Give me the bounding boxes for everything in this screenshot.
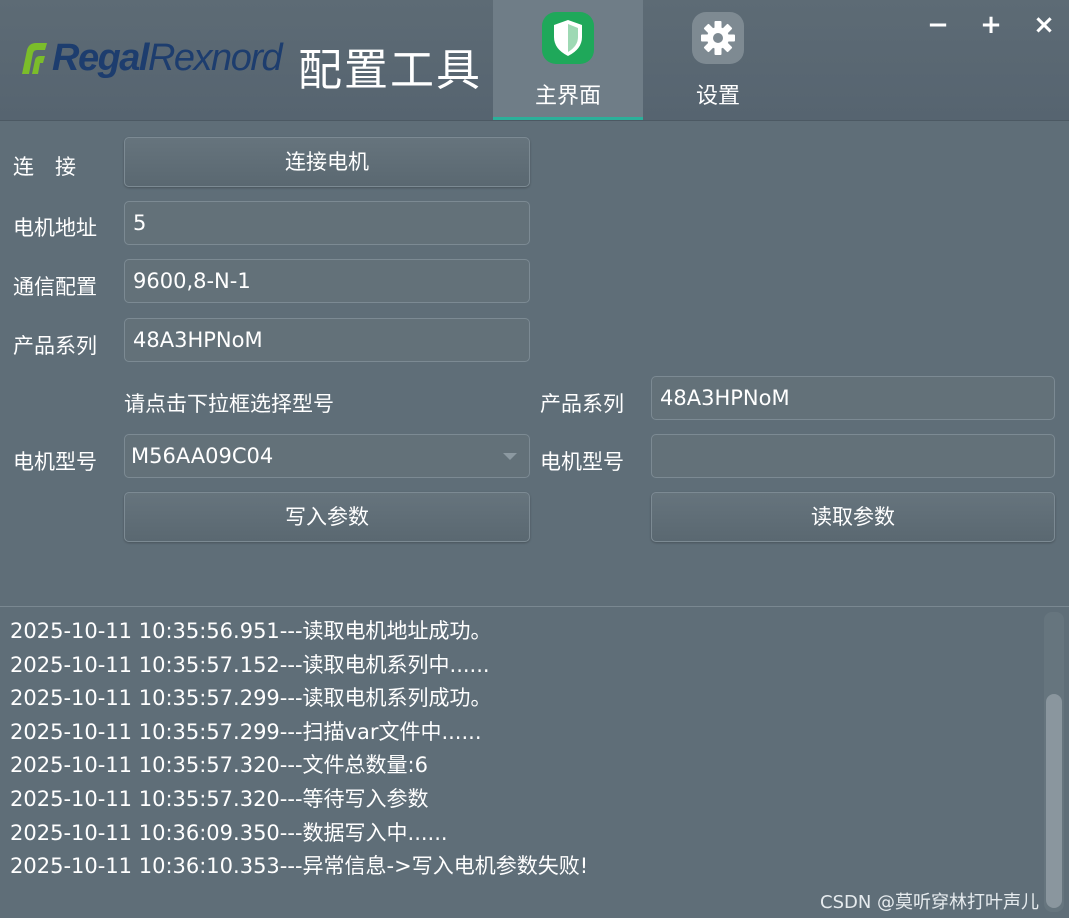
log-line: 2025-10-11 10:35:57.299---扫描var文件中...... bbox=[10, 719, 482, 744]
motor-model-selected-value: M56AA09C04 bbox=[131, 444, 274, 468]
gear-icon bbox=[692, 12, 744, 64]
comm-config-label: 通信配置 bbox=[13, 275, 97, 299]
connect-motor-button[interactable]: 连接电机 bbox=[124, 137, 530, 187]
log-line: 2025-10-11 10:35:57.152---读取电机系列中...... bbox=[10, 652, 490, 677]
select-model-hint: 请点击下拉框选择型号 bbox=[124, 392, 334, 416]
tab-settings-label: 设置 bbox=[695, 84, 740, 109]
title-bar: RegalRexnord 配置工具 主界面 设置 − + × bbox=[0, 0, 1069, 121]
shield-icon bbox=[542, 12, 594, 64]
tab-settings[interactable]: 设置 bbox=[643, 0, 793, 120]
log-line: 2025-10-11 10:35:56.951---读取电机地址成功。 bbox=[10, 619, 492, 643]
product-series-label: 产品系列 bbox=[13, 334, 97, 358]
log-scrollbar[interactable] bbox=[1044, 612, 1064, 912]
log-line: 2025-10-11 10:36:10.353---异常信息->写入电机参数失败… bbox=[10, 854, 589, 879]
app-title: 配置工具 bbox=[298, 45, 482, 96]
read-motor-model-field[interactable] bbox=[651, 434, 1055, 478]
log-line: 2025-10-11 10:35:57.320---等待写入参数 bbox=[10, 786, 429, 811]
read-params-button[interactable]: 读取参数 bbox=[651, 492, 1055, 542]
product-series-field[interactable]: 48A3HPNoM bbox=[124, 318, 530, 362]
read-product-series-label: 产品系列 bbox=[540, 392, 624, 416]
tab-home-label: 主界面 bbox=[534, 84, 601, 109]
log-lines: 2025-10-11 10:35:56.951---读取电机地址成功。 2025… bbox=[10, 615, 588, 884]
minimize-button[interactable]: − bbox=[923, 10, 953, 40]
tab-home[interactable]: 主界面 bbox=[493, 0, 643, 120]
connect-label: 连 接 bbox=[13, 155, 76, 179]
logo-text-rexnord: Rexnord bbox=[147, 36, 283, 79]
motor-model-select[interactable]: M56AA09C04 bbox=[124, 434, 530, 478]
chevron-down-icon bbox=[503, 453, 517, 460]
motor-address-label: 电机地址 bbox=[13, 216, 97, 240]
close-button[interactable]: × bbox=[1029, 10, 1059, 40]
log-scrollbar-thumb[interactable] bbox=[1046, 694, 1062, 908]
read-motor-model-label: 电机型号 bbox=[540, 450, 624, 474]
write-params-button[interactable]: 写入参数 bbox=[124, 492, 530, 542]
read-product-series-field[interactable]: 48A3HPNoM bbox=[651, 376, 1055, 420]
motor-address-field[interactable]: 5 bbox=[124, 201, 530, 245]
log-line: 2025-10-11 10:36:09.350---数据写入中...... bbox=[10, 820, 448, 845]
watermark: CSDN @莫听穿林打叶声儿 bbox=[820, 892, 1040, 913]
log-panel[interactable]: 2025-10-11 10:35:56.951---读取电机地址成功。 2025… bbox=[0, 606, 1069, 918]
logo-text-regal: Regal bbox=[52, 36, 149, 79]
motor-model-label: 电机型号 bbox=[13, 450, 97, 474]
maximize-button[interactable]: + bbox=[976, 10, 1006, 40]
log-line: 2025-10-11 10:35:57.320---文件总数量:6 bbox=[10, 753, 428, 778]
log-line: 2025-10-11 10:35:57.299---读取电机系列成功。 bbox=[10, 686, 492, 711]
logo-leaf-icon bbox=[22, 43, 47, 74]
regal-rexnord-logo: RegalRexnord bbox=[18, 36, 283, 80]
comm-config-field[interactable]: 9600,8-N-1 bbox=[124, 259, 530, 303]
